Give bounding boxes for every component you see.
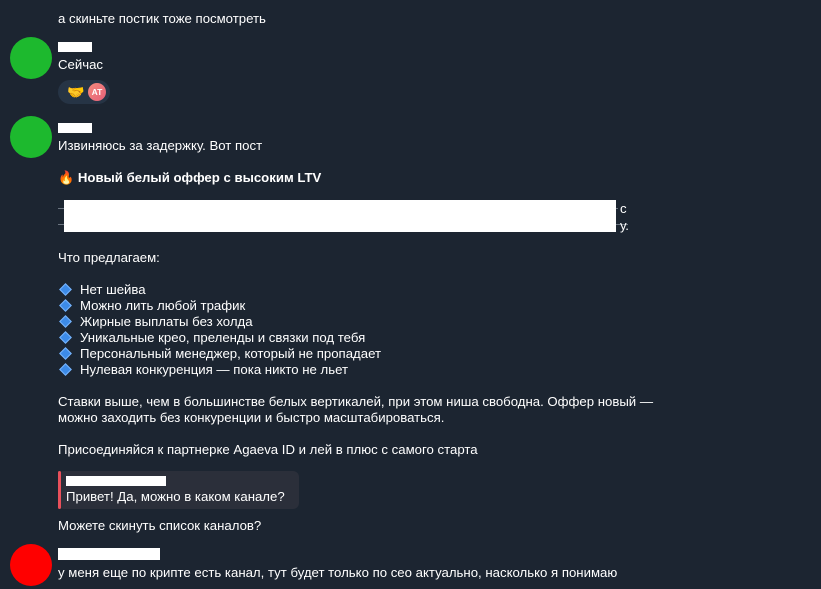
blue-diamond-icon <box>59 331 72 344</box>
paragraph-line: можно заходить без конкуренции и быстро … <box>58 410 445 425</box>
message-text: Сейчас <box>58 57 104 72</box>
list-item-text: Персональный менеджер, который не пропад… <box>80 346 381 361</box>
avatar[interactable] <box>10 116 52 158</box>
blue-diamond-icon <box>59 315 72 328</box>
message-text: у меня еще по крипте есть канал, тут буд… <box>58 565 618 580</box>
list-item: Персональный менеджер, который не пропад… <box>58 346 508 362</box>
partial-text: с <box>620 201 627 216</box>
list-item-text: Нулевая конкуренция — пока никто не льет <box>80 362 349 377</box>
sender-name-redacted[interactable] <box>58 548 160 560</box>
list-item-text: Жирные выплаты без холда <box>80 314 253 329</box>
offer-heading: Что предлагаем: <box>58 250 160 265</box>
sender-name-redacted[interactable] <box>58 42 92 52</box>
headline-text: Новый белый оффер с высоким LTV <box>77 170 322 185</box>
blue-diamond-icon <box>59 363 72 376</box>
reply-quote-text: Привет! Да, можно в каком канале? <box>66 489 285 504</box>
reply-accent-bar <box>58 471 61 509</box>
list-item-text: Можно лить любой трафик <box>80 298 246 313</box>
list-item: Нет шейва <box>58 282 508 298</box>
redacted-text-block <box>58 200 628 232</box>
message-text: а скиньте постик тоже посмотреть <box>58 11 266 26</box>
blue-diamond-icon <box>59 283 72 296</box>
reply-quote[interactable]: Привет! Да, можно в каком канале? <box>58 471 299 509</box>
list-item: Можно лить любой трафик <box>58 298 508 314</box>
list-item-text: Нет шейва <box>80 282 146 297</box>
reaction-chip[interactable]: 🤝 AT <box>58 80 110 104</box>
paragraph-line: Присоединяйся к партнерке Agaeva ID и ле… <box>58 442 478 457</box>
message-text: Можете скинуть список каналов? <box>58 518 262 533</box>
blue-diamond-icon <box>59 299 72 312</box>
list-item: Уникальные крео, преленды и связки под т… <box>58 330 508 346</box>
message-text: Извиняюсь за задержку. Вот пост <box>58 138 263 153</box>
handshake-icon: 🤝 <box>67 84 85 100</box>
partial-text: у. <box>620 218 629 233</box>
post-headline: 🔥 Новый белый оффер с высоким LTV <box>58 170 321 186</box>
blue-diamond-icon <box>59 347 72 360</box>
list-item-text: Уникальные крео, преленды и связки под т… <box>80 330 366 345</box>
avatar[interactable] <box>10 37 52 79</box>
avatar[interactable] <box>10 544 52 586</box>
paragraph-line: Ставки выше, чем в большинстве белых вер… <box>58 394 654 409</box>
list-item: Нулевая конкуренция — пока никто не льет <box>58 362 508 378</box>
fire-icon: 🔥 <box>58 170 75 185</box>
reply-sender-redacted <box>66 476 166 486</box>
sender-name-redacted[interactable] <box>58 123 92 133</box>
list-item: Жирные выплаты без холда <box>58 314 508 330</box>
reply-sender-tail <box>166 476 172 486</box>
reaction-user-avatar: AT <box>88 83 106 101</box>
